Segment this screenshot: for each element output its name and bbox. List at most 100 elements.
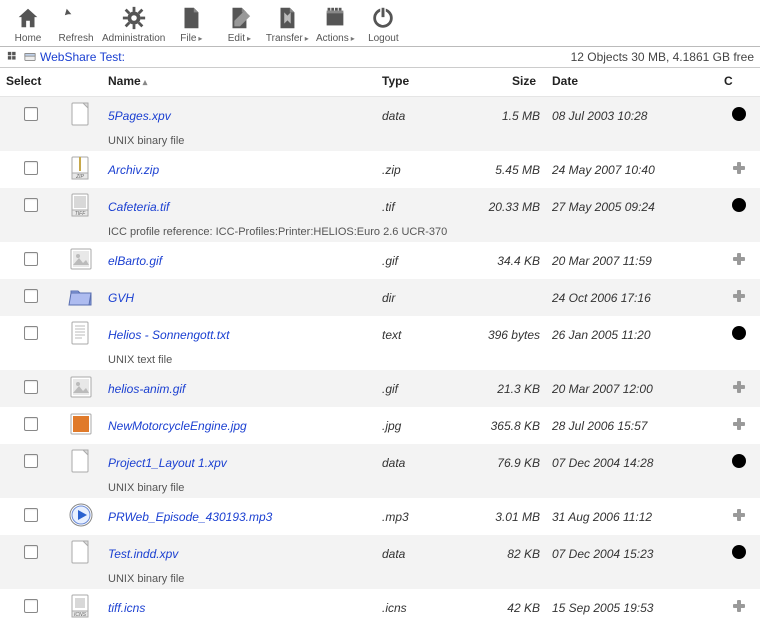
- toolbar-home-label: Home: [15, 33, 42, 44]
- file-type: text: [376, 316, 450, 353]
- file-name-link[interactable]: Archiv.zip: [108, 163, 159, 177]
- file-name-link[interactable]: elBarto.gif: [108, 254, 162, 268]
- row-checkbox[interactable]: [24, 417, 38, 431]
- toolbar-actions-label: Actions: [316, 33, 355, 44]
- toolbar-actions[interactable]: Actions: [313, 4, 357, 44]
- share-root-icon[interactable]: [23, 50, 37, 64]
- file-name-link[interactable]: Project1_Layout 1.xpv: [108, 456, 227, 470]
- toolbar: Home RefreshAdministrationFileEdit Transfe…: [0, 0, 760, 47]
- file-detail-text: UNIX binary file: [102, 481, 760, 498]
- admin-icon: [120, 4, 148, 32]
- file-detail-text: UNIX binary file: [102, 134, 760, 151]
- row-checkbox[interactable]: [24, 508, 38, 522]
- row-checkbox[interactable]: [24, 161, 38, 175]
- file-size: 21.3 KB: [450, 370, 546, 407]
- row-checkbox[interactable]: [24, 198, 38, 212]
- file-size: 34.4 KB: [450, 242, 546, 279]
- col-select[interactable]: Select: [0, 68, 62, 97]
- add-icon[interactable]: [731, 598, 747, 614]
- file-name-link[interactable]: NewMotorcycleEngine.jpg: [108, 419, 247, 433]
- add-icon[interactable]: [731, 251, 747, 267]
- file-type-icon: [68, 502, 94, 528]
- add-icon[interactable]: [731, 416, 747, 432]
- sort-asc-icon: ▴: [143, 77, 148, 87]
- info-icon[interactable]: [731, 544, 747, 560]
- col-icon: [62, 68, 102, 97]
- row-checkbox[interactable]: [24, 326, 38, 340]
- info-icon[interactable]: [731, 197, 747, 213]
- file-size: 20.33 MB: [450, 188, 546, 225]
- table-row: PRWeb_Episode_430193.mp3.mp33.01 MB31 Au…: [0, 498, 760, 535]
- row-checkbox[interactable]: [24, 454, 38, 468]
- add-icon[interactable]: [731, 160, 747, 176]
- file-type: .gif: [376, 242, 450, 279]
- file-type: .mp3: [376, 498, 450, 535]
- col-name[interactable]: Name▴: [102, 68, 376, 97]
- table-row: 5Pages.xpvdata1.5 MB08 Jul 2003 10:28: [0, 97, 760, 135]
- info-icon[interactable]: [731, 106, 747, 122]
- col-type[interactable]: Type: [376, 68, 450, 97]
- status-text: 12 Objects 30 MB, 4.1861 GB free: [571, 50, 754, 64]
- file-name-link[interactable]: GVH: [108, 291, 134, 305]
- file-name-link[interactable]: PRWeb_Episode_430193.mp3: [108, 510, 272, 524]
- toolbar-home[interactable]: Home: [6, 4, 50, 44]
- toolbar-logout-label: Logout: [368, 33, 399, 44]
- file-type: .jpg: [376, 407, 450, 444]
- col-date[interactable]: Date: [546, 68, 718, 97]
- toolbar-file[interactable]: File: [169, 4, 213, 44]
- file-name-link[interactable]: helios-anim.gif: [108, 382, 185, 396]
- row-checkbox[interactable]: [24, 107, 38, 121]
- breadcrumb-root[interactable]: WebShare Test:: [40, 50, 125, 64]
- toolbar-transfer[interactable]: Transfer: [265, 4, 309, 44]
- file-type: .gif: [376, 370, 450, 407]
- file-type: .zip: [376, 151, 450, 188]
- col-size[interactable]: Size: [450, 68, 546, 97]
- add-icon[interactable]: [731, 379, 747, 395]
- row-checkbox[interactable]: [24, 599, 38, 613]
- add-icon[interactable]: [731, 288, 747, 304]
- row-checkbox[interactable]: [24, 545, 38, 559]
- table-row: Helios - Sonnengott.txttext396 bytes26 J…: [0, 316, 760, 353]
- toolbar-refresh[interactable]: Refresh: [54, 4, 98, 44]
- file-listing: Select Name▴ Type Size Date C 5Pages.xpv…: [0, 68, 760, 626]
- info-icon[interactable]: [731, 325, 747, 341]
- file-detail-text: ICC profile reference: ICC-Profiles:Prin…: [102, 225, 760, 242]
- row-checkbox[interactable]: [24, 380, 38, 394]
- file-type-icon: [68, 539, 94, 565]
- file-name-link[interactable]: 5Pages.xpv: [108, 109, 171, 123]
- table-row: Cafeteria.tif.tif20.33 MB27 May 2005 09:…: [0, 188, 760, 225]
- table-row: Test.indd.xpvdata82 KB07 Dec 2004 15:23: [0, 535, 760, 572]
- toolbar-transfer-label: Transfer: [266, 33, 309, 44]
- file-name-link[interactable]: Cafeteria.tif: [108, 200, 169, 214]
- toolbar-logout[interactable]: Logout: [361, 4, 405, 44]
- file-date: 20 Mar 2007 12:00: [546, 370, 718, 407]
- file-type-icon: [68, 320, 94, 346]
- file-date: 31 Aug 2006 11:12: [546, 498, 718, 535]
- file-size: 5.45 MB: [450, 151, 546, 188]
- col-action[interactable]: C: [718, 68, 760, 97]
- file-type-icon: [68, 593, 94, 619]
- file-date: 08 Jul 2003 10:28: [546, 97, 718, 135]
- table-row-detail: UNIX text file: [0, 353, 760, 370]
- file-size: 1.5 MB: [450, 97, 546, 135]
- toolbar-edit[interactable]: Edit: [217, 4, 261, 44]
- table-row: elBarto.gif.gif34.4 KB20 Mar 2007 11:59: [0, 242, 760, 279]
- row-checkbox[interactable]: [24, 252, 38, 266]
- transfer-icon: [273, 4, 301, 32]
- row-checkbox[interactable]: [24, 289, 38, 303]
- actions-icon: [321, 4, 349, 32]
- file-detail-text: UNIX binary file: [102, 572, 760, 589]
- toolbar-admin[interactable]: Administration: [102, 4, 165, 44]
- file-type: data: [376, 535, 450, 572]
- info-icon[interactable]: [731, 453, 747, 469]
- grid-view-icon[interactable]: [6, 50, 20, 64]
- table-row: tiff.icns.icns42 KB15 Sep 2005 19:53: [0, 589, 760, 626]
- file-name-link[interactable]: Test.indd.xpv: [108, 547, 178, 561]
- file-type-icon: [68, 155, 94, 181]
- add-icon[interactable]: [731, 507, 747, 523]
- file-date: 15 Sep 2005 19:53: [546, 589, 718, 626]
- file-type-icon: [68, 411, 94, 437]
- file-size: 396 bytes: [450, 316, 546, 353]
- file-name-link[interactable]: Helios - Sonnengott.txt: [108, 328, 229, 342]
- file-name-link[interactable]: tiff.icns: [108, 601, 145, 615]
